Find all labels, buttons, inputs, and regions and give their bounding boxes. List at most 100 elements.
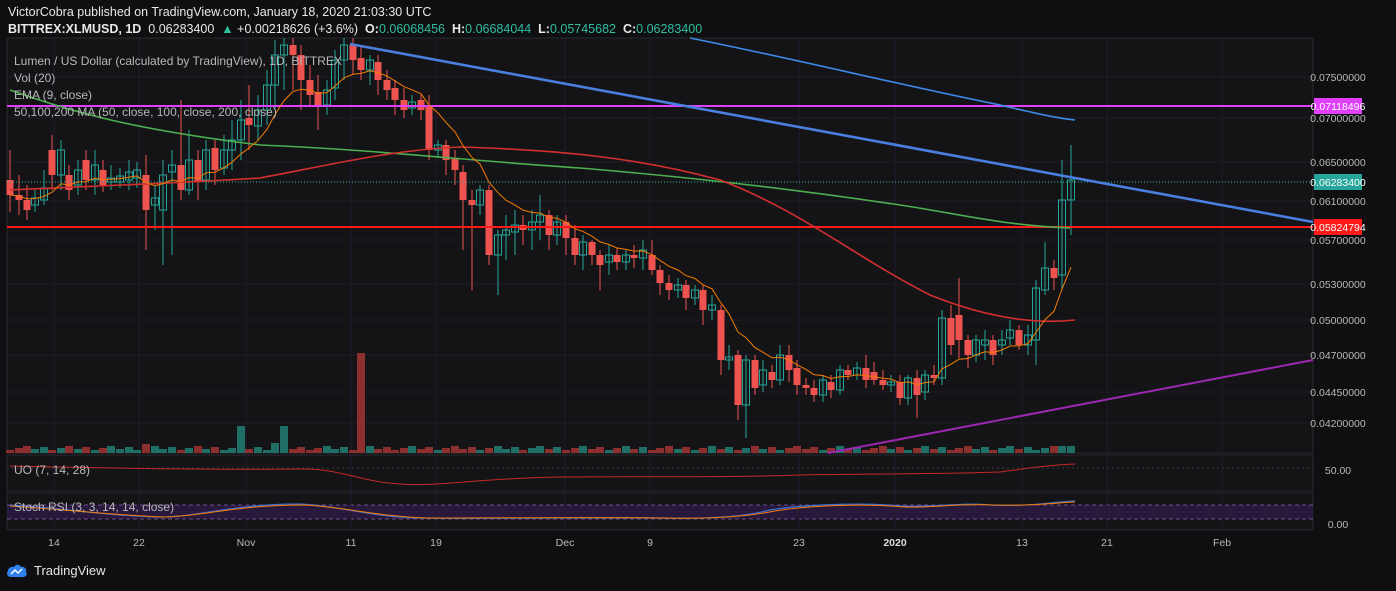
volume-bar	[785, 448, 793, 453]
volume-bar	[391, 450, 399, 453]
candle-body-down	[485, 190, 493, 255]
volume-bar	[596, 447, 604, 453]
volume-bar	[357, 353, 365, 453]
time-axis-label: 13	[1016, 537, 1028, 549]
candle-body-down	[314, 92, 322, 105]
volume-bar	[237, 426, 245, 453]
volume-bar	[502, 449, 510, 453]
volume-bar	[99, 448, 107, 453]
candle-body-down	[648, 255, 656, 270]
volume-bar	[314, 448, 322, 453]
candle-body-down	[383, 80, 391, 90]
price-axis-label: 0.07000000	[1310, 113, 1366, 125]
time-axis-label: 21	[1101, 537, 1113, 549]
volume-bar	[383, 447, 391, 453]
volume-bar	[519, 450, 527, 453]
time-axis-label: 11	[346, 537, 357, 549]
volume-bar	[913, 448, 921, 453]
volume-bar	[23, 446, 31, 453]
candle-body-down	[374, 62, 382, 80]
candle-body-down	[810, 388, 818, 395]
volume-bar	[691, 450, 699, 453]
volume-bar	[879, 446, 887, 453]
volume-bar	[306, 450, 314, 453]
volume-bar	[793, 446, 801, 453]
chart-title[interactable]: Lumen / US Dollar (calculated by Trading…	[14, 54, 342, 68]
volume-bar	[605, 450, 613, 453]
volume-bar	[1032, 450, 1040, 453]
candle-body-down	[1015, 330, 1023, 345]
volume-bar	[57, 448, 65, 453]
volume-bar	[989, 450, 997, 453]
volume-bar	[263, 450, 271, 453]
candle-body-down	[844, 370, 852, 375]
volume-bar	[220, 450, 228, 453]
volume-bar	[116, 449, 124, 453]
volume-bar	[297, 447, 305, 453]
vol-indicator-label[interactable]: Vol (20)	[14, 71, 55, 85]
candle-body-down	[768, 372, 776, 380]
candle-body-down	[896, 382, 904, 398]
volume-bar	[768, 447, 776, 453]
volume-bar	[202, 449, 210, 453]
volume-bar	[400, 448, 408, 453]
time-axis[interactable]: 14 22 Nov 11 19 Dec 9 23 2020 13 21 Feb	[48, 537, 1231, 549]
volume-bar	[185, 448, 193, 453]
volume-bar	[1067, 446, 1075, 453]
candle-body-down	[177, 165, 185, 190]
ema-indicator-label[interactable]: EMA (9, close)	[14, 88, 92, 102]
candle-body-down	[357, 58, 365, 70]
volume-bar	[211, 447, 219, 453]
volume-bar	[717, 449, 725, 453]
volume-bar	[1058, 446, 1066, 453]
volume-bar	[408, 446, 416, 453]
volume-bar	[323, 446, 331, 453]
volume-bar	[742, 448, 750, 453]
volume-bar	[271, 443, 279, 453]
volume-bar	[870, 448, 878, 453]
volume-bar	[40, 447, 48, 453]
volume-bar	[938, 447, 946, 453]
price-axis-label: 0.06500000	[1310, 157, 1366, 169]
volume-bar	[725, 447, 733, 453]
volume-bar	[553, 447, 561, 453]
price-axis[interactable]: 0.07500000 0.07000000 0.06500000 0.06100000…	[1310, 72, 1366, 430]
volume-bar	[1006, 446, 1014, 453]
time-axis-label: 22	[133, 537, 145, 549]
volume-bar	[776, 450, 784, 453]
uo-pane[interactable]	[6, 454, 1314, 492]
candle-body-down	[751, 360, 759, 388]
volume-bar	[562, 450, 570, 453]
time-axis-label: Dec	[556, 537, 575, 549]
candle-body-down	[947, 318, 955, 345]
time-axis-label: 23	[793, 537, 805, 549]
volume-bar	[998, 448, 1006, 453]
volume-bar	[682, 447, 690, 453]
candle-body-down	[349, 45, 357, 60]
tradingview-cloud-icon	[7, 564, 27, 577]
ma-indicator-label[interactable]: 50,100,200 MA (50, close, 100, close, 20…	[14, 105, 277, 119]
price-chart[interactable]: 0.07500000 0.07000000 0.06500000 0.06100000…	[0, 0, 1396, 591]
branding-footer[interactable]: TradingView	[6, 563, 106, 578]
candle-body-down	[913, 378, 921, 395]
volume-bar	[972, 449, 980, 453]
current-price-tag-text: 0.06283400	[1310, 177, 1366, 189]
uo-axis-label: 50.00	[1325, 465, 1351, 477]
time-axis-label: Feb	[1213, 537, 1231, 549]
volume-bar	[588, 449, 596, 453]
volume-bar	[528, 448, 536, 453]
volume-bar	[6, 450, 14, 453]
stoch-indicator-label[interactable]: Stoch RSI (3, 3, 14, 14, close)	[14, 500, 174, 514]
candle-body-down	[827, 382, 835, 390]
volume-bar	[511, 447, 519, 453]
stoch-band	[7, 505, 1313, 519]
volume-bar	[887, 449, 895, 453]
volume-bar	[340, 447, 348, 453]
volume-bar	[1015, 449, 1023, 453]
volume-bar	[331, 449, 339, 453]
uo-indicator-label[interactable]: UO (7, 14, 28)	[14, 463, 90, 477]
candle-body-down	[459, 172, 467, 200]
volume-bar	[699, 448, 707, 453]
candle-body-down	[451, 158, 459, 170]
volume-bar	[734, 450, 742, 453]
